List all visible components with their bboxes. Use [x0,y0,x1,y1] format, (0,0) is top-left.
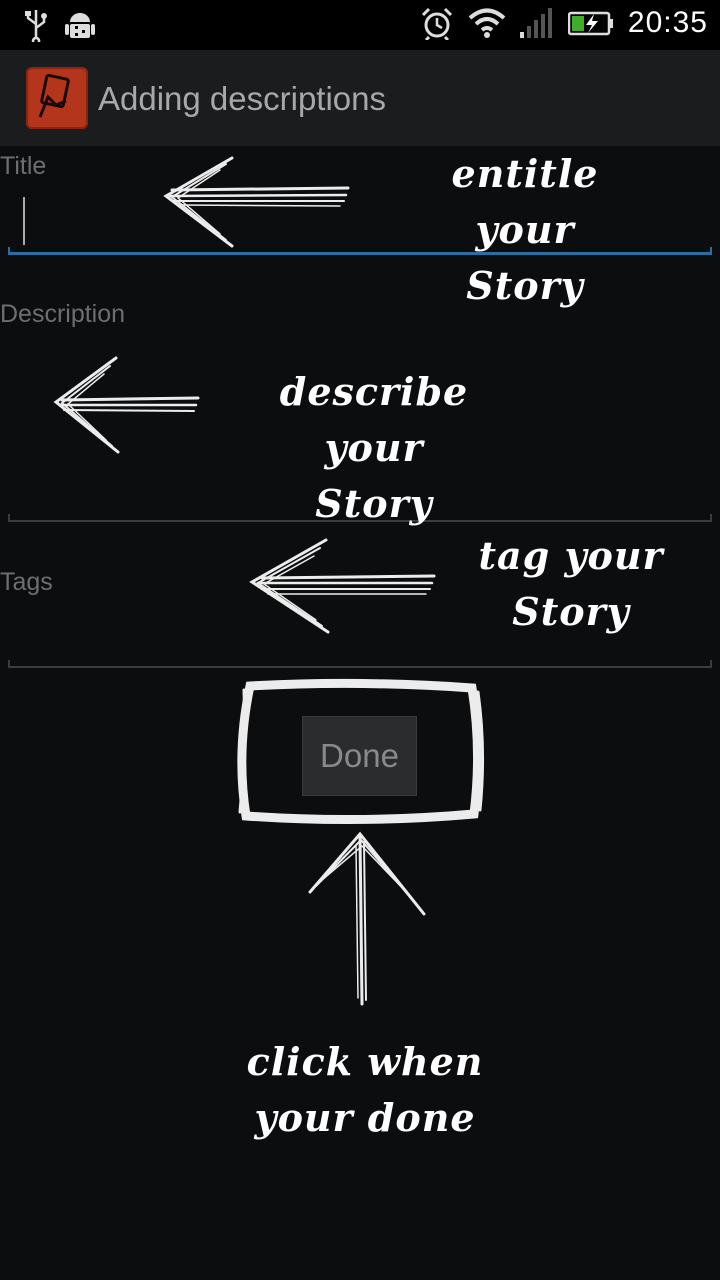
title-arrow-icon [163,156,350,248]
done-arrow-icon [308,831,426,1006]
tags-arrow-icon [249,538,436,634]
done-annotation-line-2: your done [254,1095,476,1140]
done-highlight-frame [237,678,485,825]
description-annotation-line-1: describe your [279,369,469,470]
done-annotation: click when your done [230,1034,500,1146]
done-annotation-line-1: click when [246,1039,484,1084]
description-arrow-icon [53,356,200,454]
description-annotation: describe your Story [234,364,514,532]
tags-annotation-line-2: Story [512,589,630,634]
description-annotation-line-2: Story [315,481,433,526]
tags-annotation-line-1: tag your [478,533,664,578]
tags-annotation: tag your Story [476,528,666,640]
title-annotation-line-1: entitle your [451,151,599,252]
title-annotation: entitle your Story [400,146,650,314]
title-annotation-line-2: Story [466,263,584,308]
